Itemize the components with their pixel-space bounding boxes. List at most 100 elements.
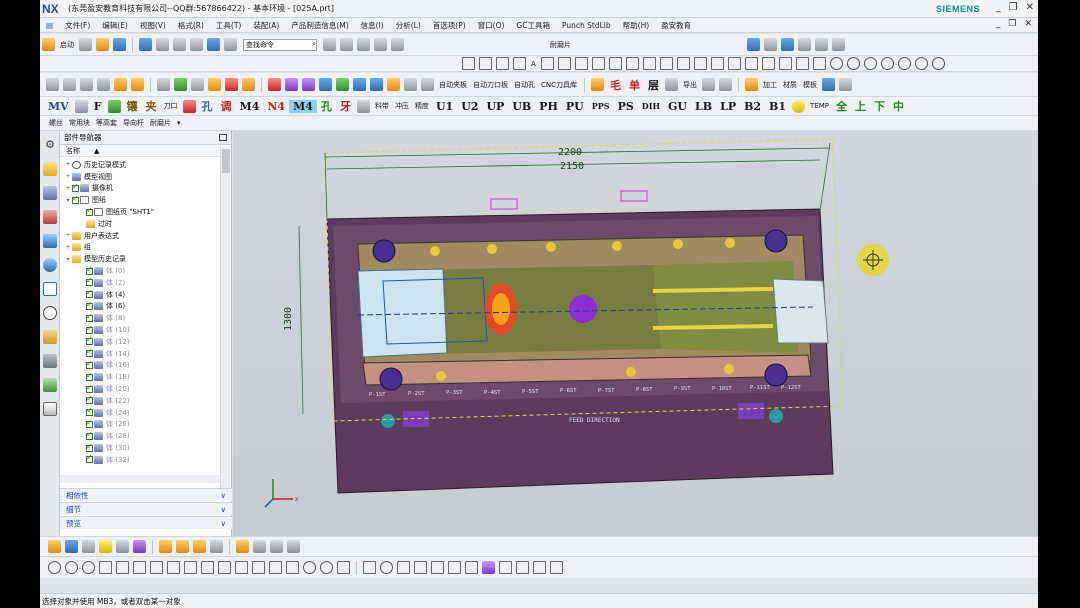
copy-icon[interactable] xyxy=(190,38,203,51)
start-button[interactable]: 启动 xyxy=(57,40,77,50)
navigator-node[interactable]: 体 (24) xyxy=(60,406,220,419)
circle-7-icon[interactable] xyxy=(931,57,945,70)
graphics-viewport[interactable]: P-1ST P-2ST P-3ST P-4ST P-5ST P-6ST P-7S… xyxy=(233,131,1038,536)
component-icon[interactable] xyxy=(176,540,189,553)
navigator-node[interactable]: 体 (4) xyxy=(60,288,220,301)
menu-analysis[interactable]: 分析(L) xyxy=(390,20,427,31)
history-icon[interactable] xyxy=(43,282,57,296)
dih-button[interactable]: DIH xyxy=(638,101,664,111)
expand-toggle-icon[interactable]: + xyxy=(64,244,72,251)
isoparam-icon[interactable] xyxy=(812,57,826,70)
preview-panel[interactable]: 预览 ∨ xyxy=(60,516,232,529)
rectangle-icon[interactable] xyxy=(557,57,571,70)
visibility-checkbox[interactable] xyxy=(86,206,93,216)
change-icon[interactable] xyxy=(80,78,93,91)
navigator-horizontal-scrollbar[interactable] xyxy=(60,475,220,483)
circle-center-icon[interactable] xyxy=(65,561,78,574)
simple-icon[interactable] xyxy=(191,78,204,91)
browse-icon[interactable] xyxy=(421,78,434,91)
view-right-icon[interactable] xyxy=(414,561,427,574)
navigator-node[interactable]: 体 (16) xyxy=(60,359,220,372)
minimize-icon[interactable]: _ xyxy=(996,2,1001,13)
fillet-curve-icon[interactable] xyxy=(778,57,792,70)
expand-toggle-icon[interactable]: + xyxy=(64,161,72,168)
plus-icon[interactable] xyxy=(107,99,121,113)
lp-button[interactable]: LP xyxy=(716,100,740,113)
adjust-button[interactable]: 调 xyxy=(217,98,236,114)
wave-icon[interactable] xyxy=(533,561,546,574)
chamfer-icon[interactable] xyxy=(761,57,775,70)
pps-button[interactable]: PPS xyxy=(588,101,614,111)
curve-select-icon[interactable] xyxy=(99,561,112,574)
name-column-header[interactable]: 名称 ▲ xyxy=(60,145,231,157)
navigator-node[interactable]: 体 (12) xyxy=(60,335,220,348)
visibility-checkbox[interactable] xyxy=(86,300,93,310)
export-arrow-icon[interactable] xyxy=(702,78,716,91)
export-button[interactable]: 导出 xyxy=(680,80,700,90)
sheet-icon[interactable] xyxy=(82,540,95,553)
split-icon[interactable] xyxy=(114,78,127,91)
navigator-node[interactable]: 体 (32) xyxy=(60,453,220,466)
material-strip-button[interactable]: 料带 xyxy=(372,101,392,111)
all-button[interactable]: 全 xyxy=(832,98,851,114)
restore-icon[interactable]: ❐ xyxy=(1009,2,1018,13)
navigator-node[interactable]: + 组 xyxy=(60,242,220,254)
menu-gc-toolkit[interactable]: GC工具箱 xyxy=(510,20,556,31)
transform-icon[interactable] xyxy=(270,540,283,553)
lb-button[interactable]: LB xyxy=(691,100,716,113)
pu-button[interactable]: PU xyxy=(562,100,588,113)
navigator-node[interactable]: 体 (8) xyxy=(60,312,220,324)
plate-icon[interactable] xyxy=(319,78,332,91)
navigator-node[interactable]: 体 (0) xyxy=(60,265,220,277)
navigator-node[interactable]: 体 (10) xyxy=(60,324,220,336)
o-ring-icon[interactable] xyxy=(792,99,805,113)
gu-button[interactable]: GU xyxy=(664,100,691,113)
refine-icon[interactable] xyxy=(131,78,144,91)
circle-tangent-icon[interactable] xyxy=(82,561,95,574)
undo-icon[interactable] xyxy=(139,38,152,51)
array-icon[interactable] xyxy=(268,78,281,91)
menu-yingan[interactable]: 盈安教育 xyxy=(655,20,697,31)
navigator-node[interactable]: 体 (28) xyxy=(60,430,220,442)
render-icon[interactable] xyxy=(798,38,811,51)
hole-button[interactable]: 孔 xyxy=(198,98,217,114)
lower-button[interactable]: 下 xyxy=(870,98,889,114)
navigator-node[interactable]: 体 (26) xyxy=(60,418,220,431)
u2-button[interactable]: U2 xyxy=(457,100,482,113)
navigator-node[interactable]: 体 (20) xyxy=(60,383,220,395)
common-block-button[interactable]: 常用块 xyxy=(66,118,93,128)
helix-icon[interactable] xyxy=(591,57,605,70)
visibility-checkbox[interactable] xyxy=(86,347,93,358)
insert-button[interactable]: 镶 xyxy=(123,98,142,114)
text-tool-icon[interactable]: A xyxy=(528,60,539,68)
box-icon[interactable] xyxy=(210,540,223,553)
snap-circle-2-icon[interactable] xyxy=(320,561,333,574)
face-select-icon[interactable] xyxy=(133,561,146,574)
view-zoom-icon[interactable] xyxy=(448,561,461,574)
join-icon[interactable] xyxy=(659,57,673,70)
menu-file[interactable]: 文件(F) xyxy=(59,20,96,31)
corner-icon[interactable] xyxy=(357,38,370,51)
visibility-checkbox[interactable] xyxy=(86,371,93,381)
replace-icon[interactable] xyxy=(46,78,59,91)
spec-icon[interactable] xyxy=(174,78,187,91)
slope-icon[interactable] xyxy=(225,78,238,91)
circle-5-icon[interactable] xyxy=(897,57,911,70)
expand-toggle-icon[interactable]: + xyxy=(64,173,72,180)
f-button[interactable]: F xyxy=(90,100,106,113)
tooth-button[interactable]: 牙 xyxy=(336,98,355,114)
view-fit-icon[interactable] xyxy=(431,561,444,574)
menu-assembly[interactable]: 装配(A) xyxy=(247,20,285,31)
navigator-node[interactable]: + 摄像机 xyxy=(60,182,220,195)
paint-icon[interactable] xyxy=(48,540,61,553)
circle-6-icon[interactable] xyxy=(914,57,928,70)
trim-curve-icon[interactable] xyxy=(693,57,707,70)
circle-4-icon[interactable] xyxy=(880,57,894,70)
menu-format[interactable]: 格式(R) xyxy=(172,20,210,31)
dropdown-arrow-icon[interactable]: ▾ xyxy=(174,119,184,127)
visibility-checkbox[interactable] xyxy=(86,312,93,322)
globe-icon[interactable] xyxy=(822,78,836,91)
pin-icon[interactable] xyxy=(353,78,366,91)
diamond-icon[interactable] xyxy=(591,78,605,91)
visibility-checkbox[interactable] xyxy=(86,383,93,393)
